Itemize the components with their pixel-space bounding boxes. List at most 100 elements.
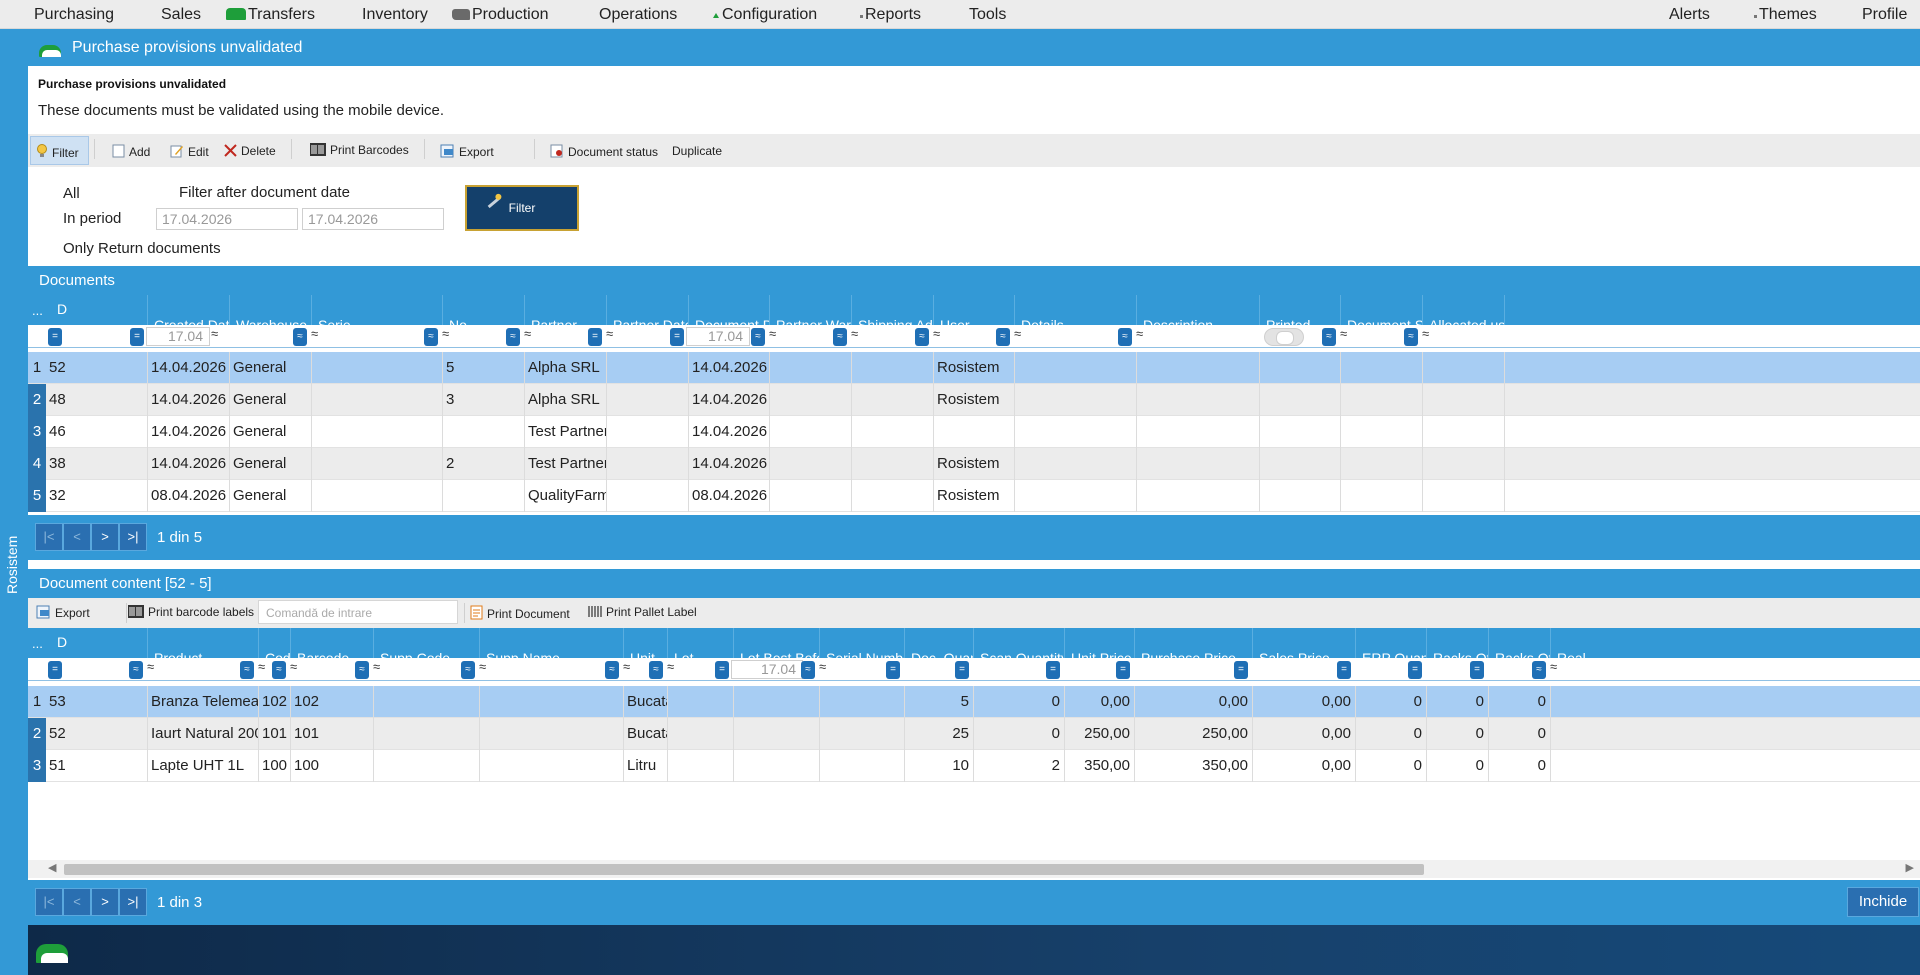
column-header[interactable]: Partner Warehouse: [769, 295, 851, 325]
filter-operator-button[interactable]: =: [1408, 661, 1422, 679]
filter-operator-button[interactable]: ≈: [1404, 328, 1418, 346]
print-pallet-label-button[interactable]: Print Pallet Label: [588, 605, 697, 619]
column-header[interactable]: Document Date: [688, 295, 769, 325]
column-header[interactable]: Purchase Price: [1134, 628, 1252, 658]
last-page-button[interactable]: >|: [119, 888, 147, 916]
table-row[interactable]: 3 51 Lapte UHT 1L 100 100 Litru 10 2 350…: [28, 750, 1920, 782]
document-date-filter-input[interactable]: 17.04: [686, 327, 750, 346]
apply-filter-button[interactable]: Filter: [465, 185, 579, 231]
column-chooser-button[interactable]: ...: [32, 303, 43, 318]
column-header[interactable]: Shipping Address: [851, 295, 933, 325]
delete-button[interactable]: Delete: [224, 144, 276, 158]
menu-alerts[interactable]: Alerts: [1669, 6, 1710, 24]
filter-operator-button[interactable]: ≈: [272, 661, 286, 679]
table-row[interactable]: 4 38 14.04.2026 07 General 2 Test Partne…: [28, 448, 1920, 480]
table-row[interactable]: 1 52 14.04.2026 20 General 5 Alpha SRL 1…: [28, 352, 1920, 384]
filter-operator-button[interactable]: ≈: [424, 328, 438, 346]
column-header[interactable]: Printed: [1259, 295, 1340, 325]
filter-all-option[interactable]: All: [63, 185, 80, 202]
filter-operator-button[interactable]: ≈: [605, 661, 619, 679]
table-row[interactable]: 2 48 14.04.2026 14 General 3 Alpha SRL 1…: [28, 384, 1920, 416]
filter-operator-button[interactable]: ≈: [1532, 661, 1546, 679]
menu-sales[interactable]: Sales: [161, 6, 201, 24]
filter-operator-button[interactable]: ≈: [506, 328, 520, 346]
column-header[interactable]: Sales Price: [1252, 628, 1355, 658]
close-button[interactable]: Inchide: [1847, 887, 1919, 917]
filter-operator-button[interactable]: ≈: [996, 328, 1010, 346]
filter-operator-button[interactable]: =: [715, 661, 729, 679]
filter-operator-button[interactable]: =: [886, 661, 900, 679]
menu-profile[interactable]: Profile: [1862, 6, 1907, 24]
first-page-button[interactable]: |<: [35, 888, 63, 916]
filter-operator-button[interactable]: ≈: [461, 661, 475, 679]
filter-operator-button[interactable]: ≈: [915, 328, 929, 346]
column-header[interactable]: Serial Number: [819, 628, 904, 658]
left-sidebar[interactable]: Rosistem: [0, 29, 28, 975]
column-header[interactable]: Racks Qty: [1426, 628, 1488, 658]
scroll-right-icon[interactable]: ▶: [1906, 861, 1914, 874]
menu-operations[interactable]: Operations: [599, 6, 677, 24]
column-header[interactable]: Partner Date: [606, 295, 688, 325]
filter-operator-button[interactable]: ≈: [355, 661, 369, 679]
menu-transfers[interactable]: Transfers: [226, 6, 315, 24]
filter-operator-button[interactable]: ≈: [649, 661, 663, 679]
column-header[interactable]: Unit: [623, 628, 667, 658]
export-button[interactable]: Export: [440, 144, 494, 159]
table-row[interactable]: 5 32 08.04.2026 23 General QualityFarm S…: [28, 480, 1920, 512]
filter-operator-button[interactable]: ≈: [240, 661, 254, 679]
filter-operator-button[interactable]: =: [1234, 661, 1248, 679]
first-page-button[interactable]: |<: [35, 523, 63, 551]
last-page-button[interactable]: >|: [119, 523, 147, 551]
edit-button[interactable]: Edit: [170, 144, 209, 159]
only-return-option[interactable]: Only Return documents: [63, 240, 221, 257]
filter-operator-button[interactable]: =: [48, 328, 62, 346]
column-header[interactable]: No: [442, 295, 524, 325]
column-header[interactable]: Warehouse: [229, 295, 311, 325]
column-header[interactable]: Allocated user: [1422, 295, 1504, 325]
column-header[interactable]: Supp Code: [373, 628, 479, 658]
duplicate-button[interactable]: Duplicate: [672, 144, 722, 158]
column-header[interactable]: Lot: [667, 628, 733, 658]
menu-inventory[interactable]: Inventory: [362, 6, 428, 24]
menu-purchasing[interactable]: Purchasing: [34, 6, 114, 24]
filter-operator-button[interactable]: =: [1337, 661, 1351, 679]
date-from-input[interactable]: 17.04.2026: [156, 208, 298, 230]
column-header[interactable]: Product: [147, 628, 258, 658]
column-header[interactable]: ERP Quantity: [1355, 628, 1426, 658]
column-chooser-button[interactable]: ...: [32, 636, 43, 651]
scrollbar-thumb[interactable]: [64, 864, 1424, 875]
column-header[interactable]: Racks Qty: [1488, 628, 1550, 658]
print-barcodes-button[interactable]: Print Barcodes: [310, 143, 409, 157]
menu-tools[interactable]: Tools: [969, 6, 1006, 24]
column-header[interactable]: User: [933, 295, 1014, 325]
content-export-button[interactable]: Export: [36, 605, 90, 620]
column-header[interactable]: Doc. Quantity: [904, 628, 973, 658]
menu-themes[interactable]: Themes: [1754, 6, 1817, 24]
created-date-filter-input[interactable]: 17.04: [146, 327, 210, 346]
table-row[interactable]: 1 53 Branza Telemea 5 102 102 Bucata 5 0…: [28, 686, 1920, 718]
column-header[interactable]: Partner: [524, 295, 606, 325]
table-row[interactable]: 2 52 Iaurt Natural 200g 101 101 Bucata 2…: [28, 718, 1920, 750]
column-header-d[interactable]: D: [57, 301, 67, 317]
filter-after-date-label[interactable]: Filter after document date: [179, 184, 350, 201]
lot-best-before-filter-input[interactable]: 17.04: [731, 660, 803, 679]
filter-operator-button[interactable]: =: [1470, 661, 1484, 679]
date-to-input[interactable]: 17.04.2026: [302, 208, 444, 230]
filter-operator-button[interactable]: =: [955, 661, 969, 679]
column-header[interactable]: Description: [1136, 295, 1259, 325]
next-page-button[interactable]: >: [91, 523, 119, 551]
menu-reports[interactable]: Reports: [860, 6, 921, 24]
print-document-button[interactable]: Print Document: [470, 605, 570, 621]
column-header[interactable]: Real: [1550, 628, 1594, 658]
prev-page-button[interactable]: <: [63, 888, 91, 916]
next-page-button[interactable]: >: [91, 888, 119, 916]
horizontal-scrollbar[interactable]: ◀ ▶: [28, 860, 1920, 878]
filter-operator-button[interactable]: ≈: [293, 328, 307, 346]
column-header[interactable]: Document Status: [1340, 295, 1422, 325]
filter-operator-button[interactable]: =: [1046, 661, 1060, 679]
column-header[interactable]: Lot Best Before: [733, 628, 819, 658]
filter-operator-button[interactable]: =: [48, 661, 62, 679]
filter-operator-button[interactable]: ≈: [129, 661, 143, 679]
filter-operator-button[interactable]: ≈: [833, 328, 847, 346]
filter-operator-button[interactable]: =: [670, 328, 684, 346]
